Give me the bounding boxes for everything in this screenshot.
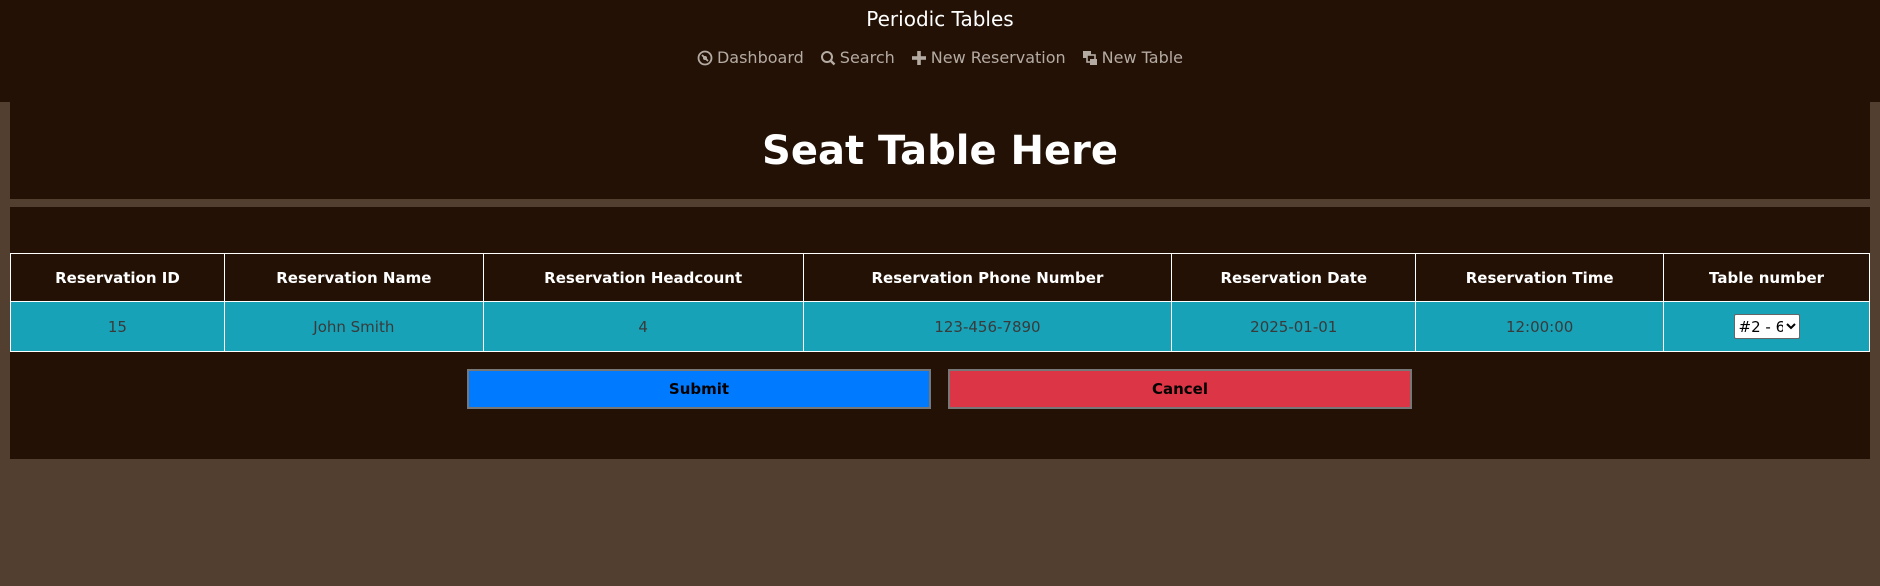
seat-form-panel: Reservation ID Reservation Name Reservat…	[10, 207, 1870, 459]
column-header-reservation-date: Reservation Date	[1171, 253, 1417, 302]
nav-dashboard-label: Dashboard	[716, 48, 804, 67]
dashboard-icon	[697, 50, 713, 66]
cell-reservation-time: 12:00:00	[1415, 301, 1665, 352]
cell-reservation-phone: 123-456-7890	[802, 301, 1173, 352]
cell-reservation-date: 2025-01-01	[1171, 301, 1417, 352]
table-row: 15 John Smith 4 123-456-7890 2025-01-01 …	[10, 301, 1870, 352]
cell-reservation-name: John Smith	[223, 301, 484, 352]
reservation-table: Reservation ID Reservation Name Reservat…	[10, 253, 1870, 352]
search-icon	[820, 50, 836, 66]
layers-icon	[1082, 50, 1098, 66]
nav-search-label: Search	[839, 48, 895, 67]
column-header-reservation-headcount: Reservation Headcount	[482, 253, 804, 302]
nav-new-table-link[interactable]: New Table	[1082, 48, 1183, 67]
submit-button[interactable]: Submit	[467, 369, 931, 409]
column-header-reservation-time: Reservation Time	[1415, 253, 1665, 302]
nav-menu: Dashboard Search New Reservation New Tab…	[0, 48, 1880, 67]
title-panel: Seat Table Here	[10, 102, 1870, 199]
nav-new-table-label: New Table	[1101, 48, 1184, 67]
nav-new-reservation-label: New Reservation	[930, 48, 1066, 67]
column-header-table-number: Table number	[1663, 253, 1870, 302]
plus-icon	[911, 50, 927, 66]
nav-new-reservation-link[interactable]: New Reservation	[911, 48, 1066, 67]
column-header-reservation-phone: Reservation Phone Number	[802, 253, 1173, 302]
page-title: Seat Table Here	[762, 128, 1118, 174]
app-brand[interactable]: Periodic Tables	[0, 7, 1880, 31]
column-header-reservation-name: Reservation Name	[223, 253, 484, 302]
column-header-reservation-id: Reservation ID	[10, 253, 225, 302]
cell-reservation-id: 15	[10, 301, 225, 352]
nav-dashboard-link[interactable]: Dashboard	[697, 48, 804, 67]
cancel-button[interactable]: Cancel	[948, 369, 1412, 409]
table-header-row: Reservation ID Reservation Name Reservat…	[10, 253, 1870, 302]
top-navbar: Periodic Tables Dashboard Search New Res…	[0, 0, 1880, 102]
cell-table-number: #2 - 6	[1663, 301, 1870, 352]
cell-reservation-headcount: 4	[482, 301, 804, 352]
nav-search-link[interactable]: Search	[820, 48, 895, 67]
table-number-select[interactable]: #2 - 6	[1733, 314, 1800, 339]
